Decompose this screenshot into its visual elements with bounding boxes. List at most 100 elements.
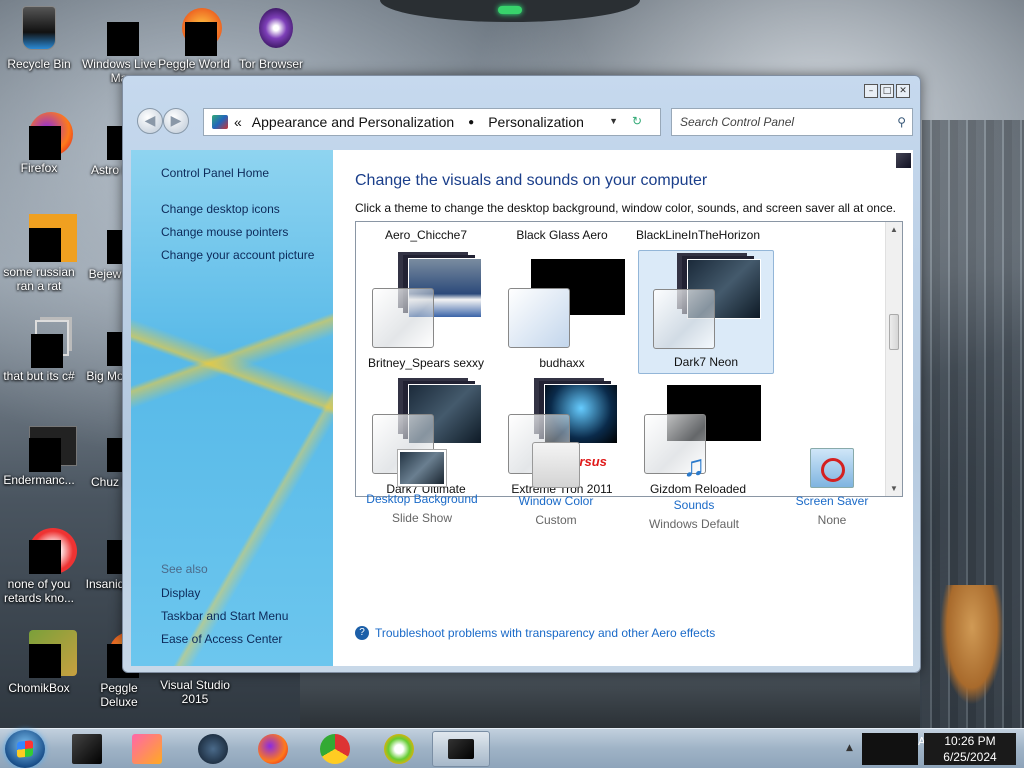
main-content: Change the visuals and sounds on your co… [333,150,913,666]
page-description: Click a theme to change the desktop back… [355,201,896,215]
refresh-icon[interactable]: ↻ [632,114,642,128]
change-account-picture-link[interactable]: Change your account picture [161,248,314,262]
desktop-icon-chomikbox[interactable]: ChomikBox [0,630,78,695]
top-widget [380,0,640,22]
theme-aero-chicche7[interactable]: Aero_Chicche7 [358,222,494,250]
taskbar-firefox[interactable] [244,731,302,767]
help-circle-icon: ? [355,626,369,640]
desktop-icon-tor-browser[interactable]: Tor Browser [232,6,310,71]
help-icon[interactable] [896,153,911,168]
taskbar-cleaner[interactable] [370,731,428,767]
steam-icon [198,734,228,764]
taskbar: ▲ Astro 10:26 PM 6/25/2024 [0,728,1024,768]
troubleshoot-label[interactable]: Troubleshoot problems with transparency … [375,626,715,640]
back-button[interactable]: ◀ [137,108,163,134]
desktop-icon-label: Peggle World [158,57,230,71]
window-controls: – □ ✕ [864,84,910,98]
tray-expand-icon[interactable]: ▲ [846,743,853,753]
address-dropdown-icon[interactable]: ▼ [609,116,618,126]
theme-color-swatch [653,289,715,349]
screen-saver-icon [810,448,854,488]
search-input[interactable]: Search Control Panel ⚲ [671,108,913,136]
status-lights [498,6,522,14]
movie-maker-icon [132,734,162,764]
theme-label: Aero_Chicche7 [384,228,468,242]
breadcrumb-separator-icon[interactable]: ● [468,117,474,128]
desktop-icon-visual-studio[interactable]: Visual Studio 2015 [156,678,234,706]
desktop-background-button[interactable]: Desktop Background Slide Show [355,442,489,525]
chrome-icon [320,734,350,764]
maximize-button[interactable]: □ [880,84,894,98]
theme-color-swatch [508,288,570,348]
system-tray: ▲ Astro 10:26 PM 6/25/2024 [840,729,1024,768]
window-color-icon [532,442,580,488]
screen-saver-button[interactable]: Screen Saver None [765,442,899,527]
desktop-icon-label: Visual Studio 2015 [160,678,230,706]
tray-icons[interactable] [862,733,918,765]
tor-browser-icon [259,8,293,48]
clock[interactable]: 10:26 PM 6/25/2024 [924,733,1016,765]
theme-label: budhaxx [539,356,585,370]
start-button[interactable] [5,730,45,768]
window-color-button[interactable]: Window Color Custom [489,442,623,527]
sounds-label[interactable]: Sounds [627,498,761,512]
control-panel-home-link[interactable]: Control Panel Home [161,166,269,180]
desktop-icon-label: Recycle Bin [7,57,71,71]
taskbar-start-menu-link[interactable]: Taskbar and Start Menu [161,609,288,623]
change-mouse-pointers-link[interactable]: Change mouse pointers [161,225,288,239]
taskbar-chrome[interactable] [306,731,364,767]
desktop-icon-label: Endermanc... [3,473,75,487]
theme-label: Britney_Spears sexxy [367,356,485,370]
window-color-value: Custom [535,513,577,527]
screen-saver-label[interactable]: Screen Saver [765,494,899,508]
desktop-icon-firefox[interactable]: Firefox [0,110,78,175]
desktop-icon-peggle-world[interactable]: Peggle World [155,6,233,71]
desktop-icon-recycle-bin[interactable]: Recycle Bin [0,4,78,71]
theme-britney-spears[interactable]: Britney_Spears sexxy [358,250,494,374]
search-icon[interactable]: ⚲ [897,109,906,135]
taskbar-steam[interactable] [184,731,242,767]
breadcrumb-overflow[interactable]: « [234,114,242,130]
sounds-icon: ♫ [682,450,706,483]
theme-color-swatch [372,288,434,348]
desktop-background-icon [398,450,446,486]
desktop-icon-label: Tor Browser [238,57,303,71]
sounds-value: Windows Default [648,517,740,531]
display-link[interactable]: Display [161,586,200,600]
scroll-thumb[interactable] [889,314,899,350]
desktop-icon-label: ChomikBox [8,681,70,695]
theme-label: BlackLineInTheHorizon [635,228,761,242]
change-desktop-icons-link[interactable]: Change desktop icons [161,202,280,216]
window-color-label[interactable]: Window Color [489,494,623,508]
theme-dark7-neon[interactable]: Dark7 Neon [638,250,774,374]
close-button[interactable]: ✕ [896,84,910,98]
media-icon [72,734,102,764]
control-panel-icon [212,115,228,129]
scroll-up-icon[interactable]: ▲ [890,225,898,234]
desktop-icon-none-of-you[interactable]: none of you retards kno... [0,526,78,605]
desktop-icon-russian-rat[interactable]: some russian ran a rat [0,214,78,293]
task-pane: Control Panel Home Change desktop icons … [131,150,333,666]
taskbar-control-panel[interactable] [432,731,490,767]
troubleshoot-link[interactable]: ? Troubleshoot problems with transparenc… [355,626,715,640]
desktop-background-label[interactable]: Desktop Background [355,492,489,506]
theme-blacklineinthehorizon[interactable]: BlackLineInTheHorizon [630,222,766,250]
minimize-button[interactable]: – [864,84,878,98]
address-bar[interactable]: « Appearance and Personalization ● Perso… [203,108,661,136]
taskbar-media[interactable] [58,731,116,767]
theme-budhaxx[interactable]: budhaxx [494,250,630,374]
desktop-icon-endermanch[interactable]: Endermanc... [0,422,78,487]
theme-settings: Desktop Background Slide Show Window Col… [355,442,895,542]
ease-of-access-link[interactable]: Ease of Access Center [161,632,282,646]
breadcrumb-appearance[interactable]: Appearance and Personalization [252,114,454,130]
desktop-icon-c-sharp[interactable]: that but its c# [0,318,78,383]
taskbar-movie-maker[interactable] [118,731,176,767]
forward-button[interactable]: ▶ [163,108,189,134]
page-title: Change the visuals and sounds on your co… [355,172,708,189]
theme-black-glass-aero[interactable]: Black Glass Aero [494,222,630,250]
sounds-button[interactable]: ♫ Sounds Windows Default [627,442,761,531]
breadcrumb-personalization[interactable]: Personalization [488,114,584,130]
desktop-background-value: Slide Show [391,511,453,525]
desktop-icon-windows-live[interactable]: Windows Live Ma [80,6,158,85]
desktop-icon-label: some russian ran a rat [3,265,75,293]
